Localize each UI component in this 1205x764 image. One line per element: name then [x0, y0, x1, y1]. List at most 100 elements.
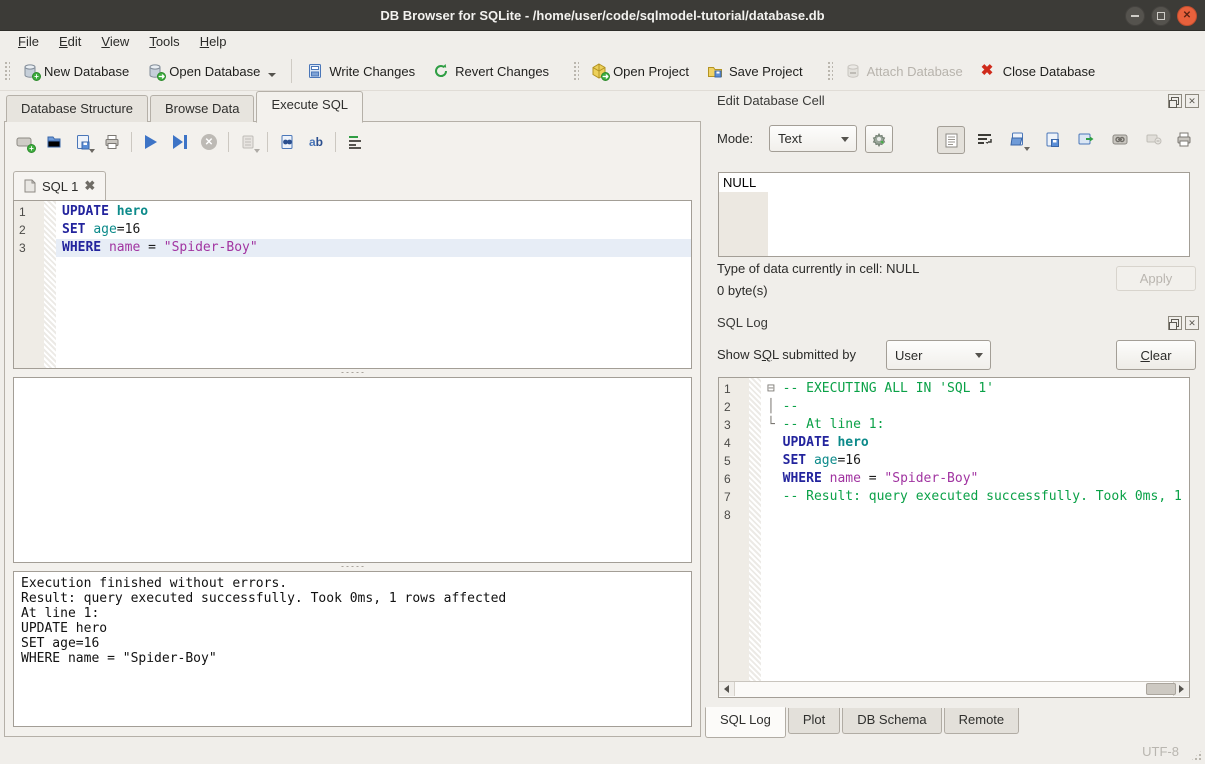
cell-value: NULL [723, 175, 756, 190]
cell-settings-button[interactable] [865, 125, 893, 153]
sql-log-view[interactable]: 1 2 3 4 5 6 7 8 ⊟ -- EXECUTING ALL IN 'S… [718, 377, 1190, 698]
dock-float-icon[interactable] [1168, 316, 1182, 330]
log-line: └ -- At line 1: [761, 416, 1189, 434]
log-horizontal-scrollbar[interactable] [719, 681, 1189, 697]
clear-log-button[interactable]: Clear [1116, 340, 1196, 370]
dock-tab-remote[interactable]: Remote [944, 708, 1020, 734]
title-bar[interactable]: DB Browser for SQLite - /home/user/code/… [0, 0, 1205, 31]
revert-changes-button[interactable]: Revert Changes [424, 58, 558, 84]
cell-value-editor[interactable]: NULL [718, 172, 1190, 257]
apply-button[interactable]: Apply [1116, 266, 1196, 291]
main-tab-bar: Database Structure Browse Data Execute S… [6, 91, 365, 122]
execute-all-icon[interactable] [141, 133, 161, 151]
results-message-splitter[interactable] [13, 563, 692, 570]
window-close-icon[interactable]: ✕ [1177, 6, 1197, 26]
log-line: UPDATE hero [761, 434, 1189, 452]
menu-edit[interactable]: Edit [49, 32, 91, 51]
tab-browse-data[interactable]: Browse Data [150, 95, 254, 122]
document-icon [945, 133, 958, 148]
save-project-button[interactable]: Save Project [698, 58, 812, 84]
sql-log-title: SQL Log [717, 315, 768, 330]
save-sql-file-icon[interactable] [73, 133, 93, 151]
menu-file[interactable]: File [8, 32, 49, 51]
sql-tab-close-icon[interactable]: ✖ [84, 178, 95, 194]
write-changes-button[interactable]: Write Changes [298, 58, 424, 84]
execute-current-line-icon[interactable] [170, 133, 190, 151]
format-lines-icon[interactable] [345, 133, 365, 151]
window-maximize-icon[interactable] [1151, 6, 1171, 26]
app-window: DB Browser for SQLite - /home/user/code/… [0, 0, 1205, 764]
menu-bar: File Edit View Tools Help [0, 31, 1205, 52]
toolbar-separator [291, 59, 292, 83]
word-wrap-button[interactable] [971, 126, 997, 152]
editor-code[interactable]: UPDATE hero SET age=16 WHERE name = "Spi… [56, 201, 691, 368]
cell-editor-gutter [719, 192, 768, 256]
message-line: At line 1: [21, 606, 684, 621]
open-database-dropdown-caret-icon[interactable] [268, 73, 276, 77]
new-database-button[interactable]: + New Database [13, 58, 138, 84]
print-cell-button[interactable] [1171, 126, 1197, 152]
set-null-button[interactable] [1141, 126, 1167, 152]
dock-tab-plot[interactable]: Plot [788, 708, 840, 734]
menu-view[interactable]: View [91, 32, 139, 51]
sql-tab-label: SQL 1 [42, 179, 78, 194]
word-wrap-icon [977, 133, 992, 146]
log-filter-value: User [895, 348, 922, 363]
log-line [761, 506, 1189, 524]
window-title: DB Browser for SQLite - /home/user/code/… [380, 8, 824, 23]
close-database-icon: ✖ [981, 63, 997, 79]
toolbar-grip[interactable] [3, 60, 10, 82]
printer-icon [1176, 132, 1192, 147]
open-project-icon: ➜ [591, 63, 607, 79]
save-results-icon[interactable] [238, 133, 258, 151]
new-sql-tab-icon[interactable]: + [15, 133, 35, 151]
dock-close-icon[interactable]: ✕ [1185, 94, 1199, 108]
close-database-button[interactable]: ✖ Close Database [972, 58, 1105, 84]
resize-grip[interactable] [1190, 749, 1203, 762]
dock-close-icon[interactable]: ✕ [1185, 316, 1199, 330]
results-grid[interactable] [13, 377, 692, 563]
find-replace-icon[interactable] [277, 133, 297, 151]
open-in-app-button[interactable] [1073, 126, 1099, 152]
sql-file-icon [24, 179, 36, 193]
right-dock: Edit Database Cell ✕ Mode: Text [705, 90, 1205, 740]
open-database-button[interactable]: ➜ Open Database [138, 58, 285, 84]
print-sql-icon[interactable] [102, 133, 122, 151]
open-sql-file-icon[interactable] [44, 133, 64, 151]
log-line: -- Result: query executed successfully. … [761, 488, 1189, 506]
scrollbar-thumb[interactable] [1146, 683, 1176, 695]
log-line-numbers: 1 2 3 4 5 6 7 8 [719, 378, 749, 682]
dock-tab-db-schema[interactable]: DB Schema [842, 708, 941, 734]
export-cell-data-button[interactable] [1039, 126, 1065, 152]
menu-help[interactable]: Help [190, 32, 237, 51]
dock-tab-sql-log[interactable]: SQL Log [705, 707, 786, 738]
fold-marker-icon[interactable]: ⊟ [767, 381, 783, 396]
dock-tab-bar: SQL Log Plot DB Schema Remote [705, 708, 1021, 736]
import-cell-data-button[interactable] [1005, 126, 1031, 152]
external-link-button[interactable] [1107, 126, 1133, 152]
dock-float-icon[interactable] [1168, 94, 1182, 108]
open-project-button[interactable]: ➜ Open Project [582, 58, 698, 84]
log-filter-select[interactable]: User [886, 340, 991, 370]
save-project-icon [707, 63, 723, 79]
tab-database-structure[interactable]: Database Structure [6, 95, 148, 122]
stop-execution-icon[interactable]: ✕ [199, 133, 219, 151]
auto-format-icon[interactable]: ab [306, 133, 326, 151]
cell-text-mode-button[interactable] [937, 126, 965, 154]
code-line: SET age=16 [56, 221, 691, 239]
menu-tools[interactable]: Tools [139, 32, 189, 51]
code-line-current: WHERE name = "Spider-Boy" [56, 239, 691, 257]
toolbar-grip[interactable] [572, 60, 579, 82]
encoding-indicator[interactable]: UTF-8 [1142, 744, 1179, 759]
mode-select[interactable]: Text [769, 125, 857, 152]
toolbar-grip[interactable] [826, 60, 833, 82]
scroll-left-arrow-icon[interactable] [719, 682, 735, 696]
gear-icon [871, 131, 887, 147]
sql-tab[interactable]: SQL 1 ✖ [13, 171, 106, 200]
sql-editor[interactable]: 1 2 3 UPDATE hero SET age=16 WHERE name … [13, 200, 692, 369]
tab-execute-sql[interactable]: Execute SQL [256, 91, 363, 123]
execution-message-pane[interactable]: Execution finished without errors. Resul… [13, 571, 692, 727]
attach-database-button[interactable]: Attach Database [836, 58, 972, 84]
editor-results-splitter[interactable] [13, 369, 692, 376]
window-minimize-icon[interactable] [1125, 6, 1145, 26]
